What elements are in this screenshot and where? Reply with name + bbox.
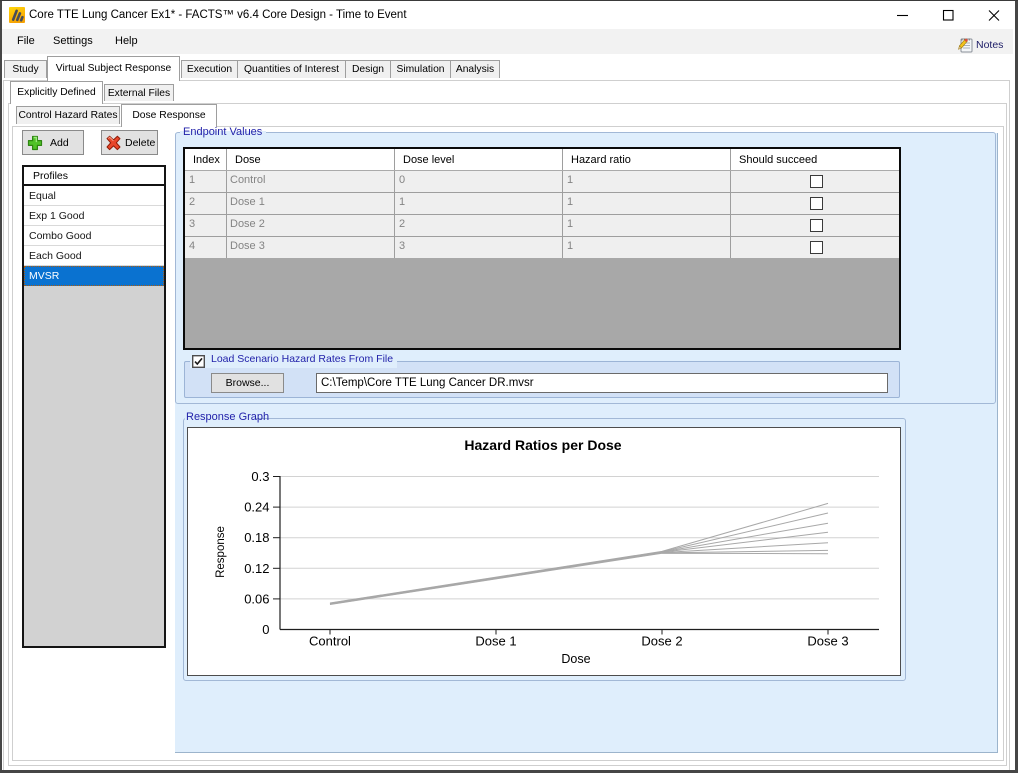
svg-text:0: 0 [262,622,269,637]
svg-text:Control: Control [309,634,351,649]
svg-text:0.3: 0.3 [251,469,269,484]
svg-text:0.06: 0.06 [244,591,269,606]
svg-text:Dose 2: Dose 2 [641,634,682,649]
svg-text:0.12: 0.12 [244,561,269,576]
svg-text:Hazard Ratios per Dose: Hazard Ratios per Dose [464,437,621,453]
svg-text:0.24: 0.24 [244,500,269,515]
svg-text:Dose: Dose [561,652,590,666]
svg-text:Dose 1: Dose 1 [475,634,516,649]
svg-text:Dose 3: Dose 3 [807,634,848,649]
svg-text:0.18: 0.18 [244,530,269,545]
svg-text:Response: Response [215,526,227,578]
